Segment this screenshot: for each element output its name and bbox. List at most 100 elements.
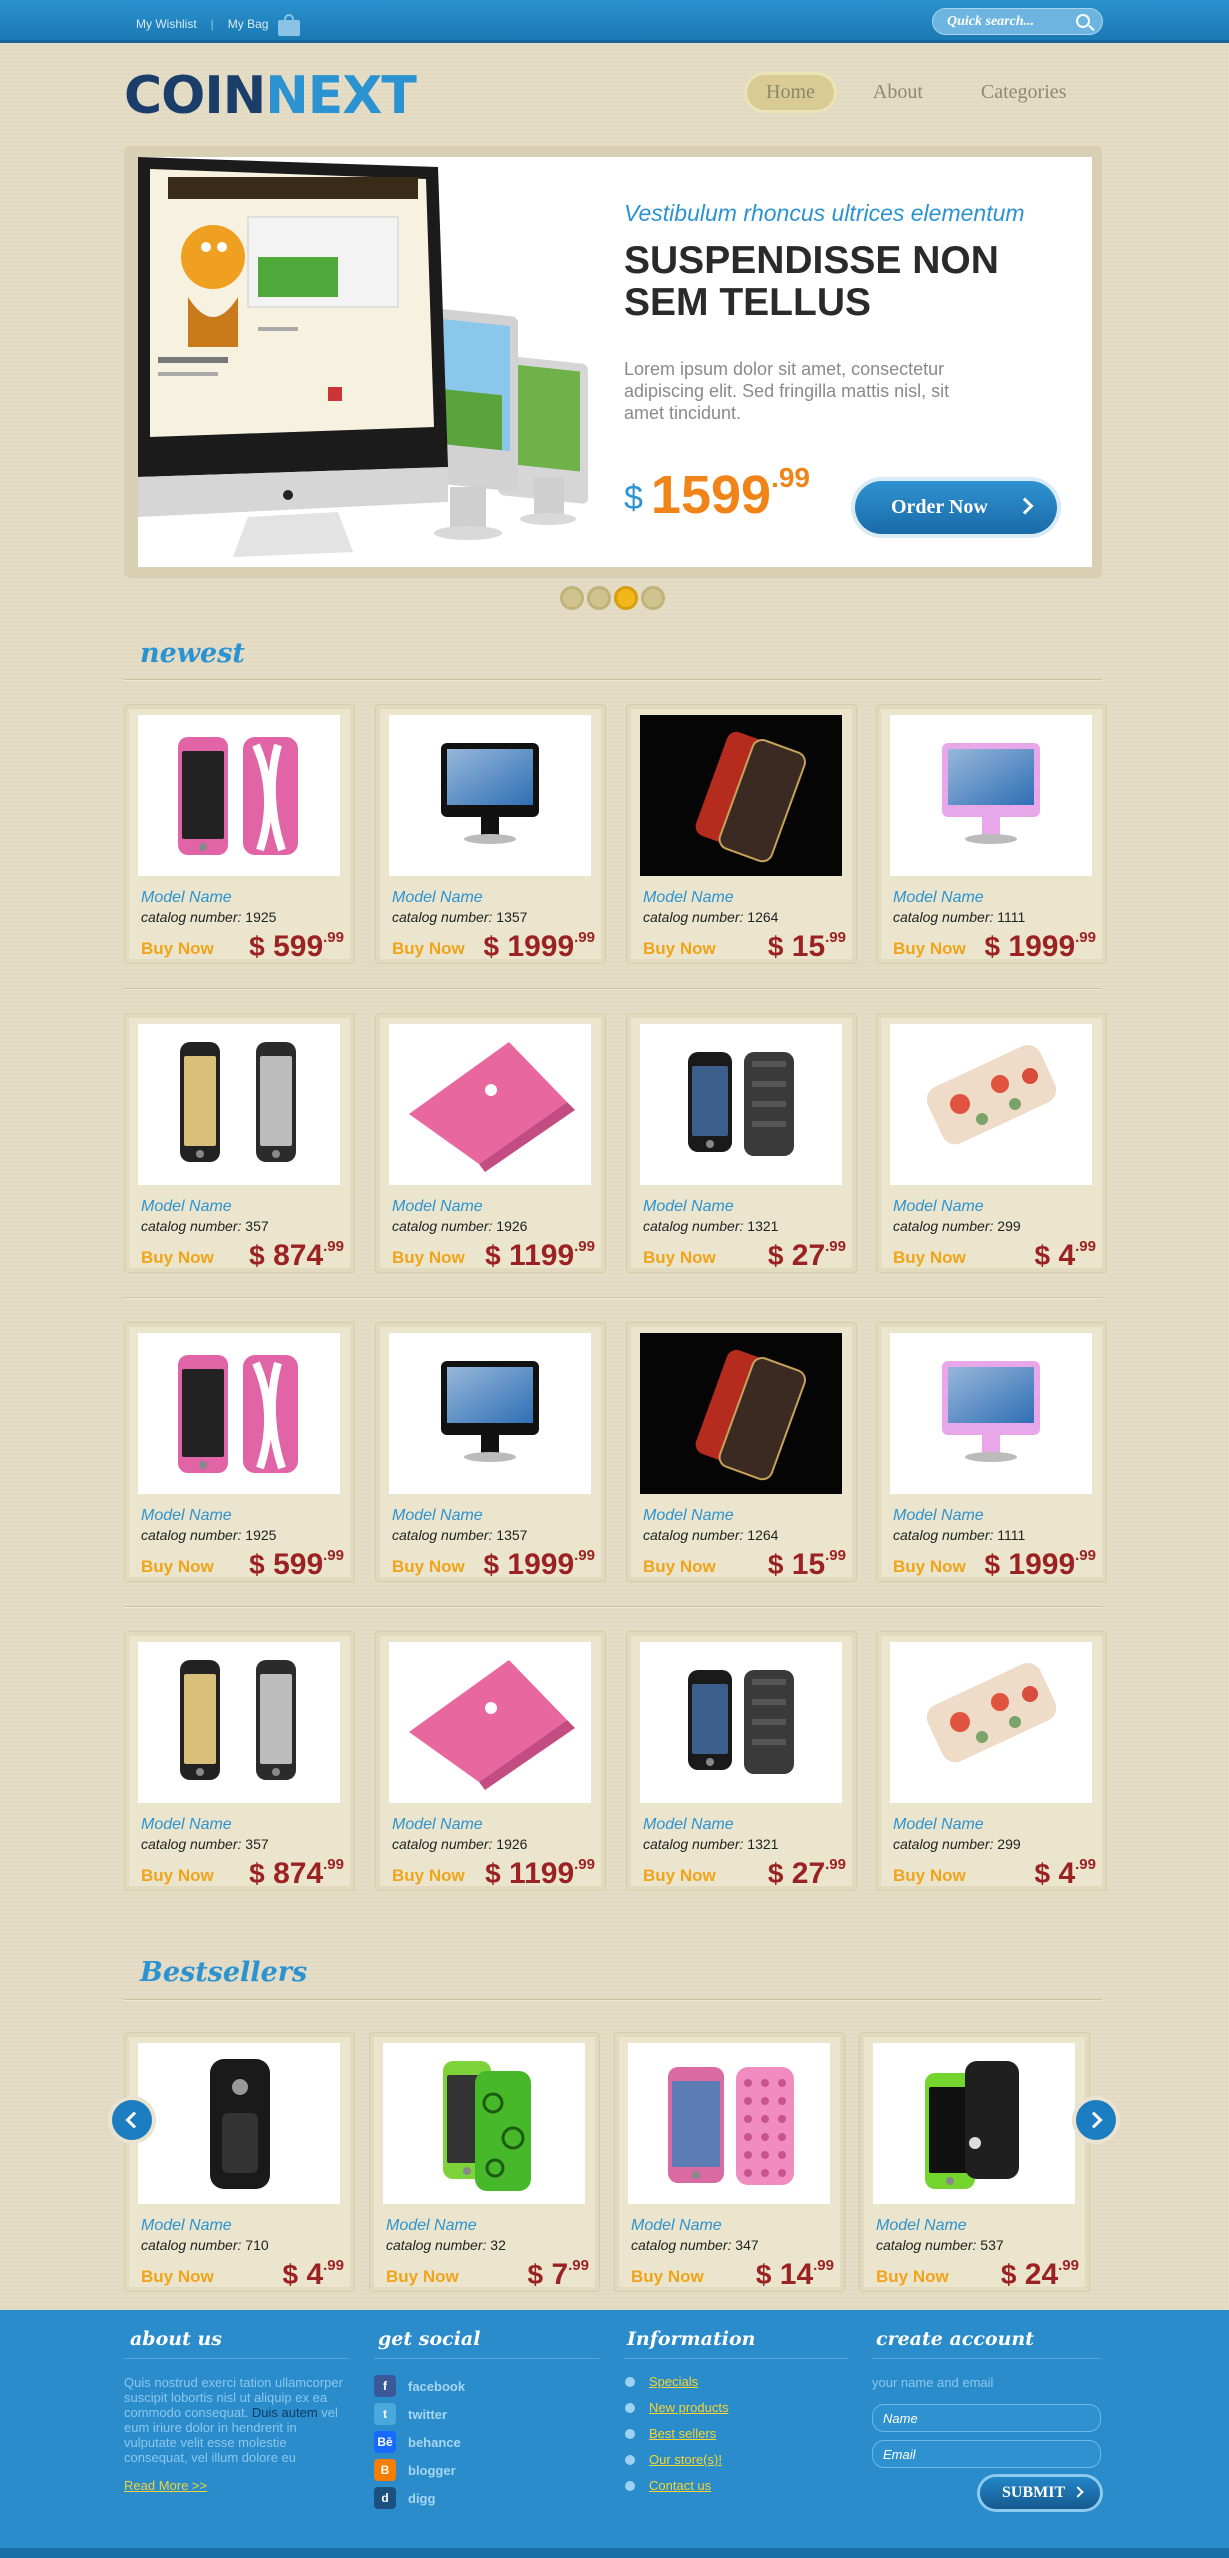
model-name-link[interactable]: Model Name (893, 1507, 984, 1525)
product-card[interactable]: Model Name catalog number: 1111 Buy Now $ 1… (876, 704, 1107, 964)
model-name-link[interactable]: Model Name (893, 889, 984, 907)
buy-now-link[interactable]: Buy Now (643, 1866, 716, 1886)
product-card[interactable]: Model Name catalog number: 710 Buy Now $ 4.… (124, 2032, 355, 2292)
info-link[interactable]: Specials (625, 2374, 698, 2389)
buy-now-link[interactable]: Buy Now (141, 1866, 214, 1886)
buy-now-link[interactable]: Buy Now (893, 1248, 966, 1268)
social-link-behance[interactable]: Bē behance (374, 2431, 461, 2453)
product-card[interactable]: Model Name catalog number: 1925 Buy Now $ 5… (124, 704, 355, 964)
buy-now-link[interactable]: Buy Now (141, 939, 214, 959)
product-image[interactable] (138, 1642, 340, 1803)
product-card[interactable]: Model Name catalog number: 299 Buy Now $ 4.… (876, 1631, 1107, 1891)
product-image[interactable] (890, 715, 1092, 876)
product-image[interactable] (640, 1642, 842, 1803)
slider-dot-3[interactable] (614, 586, 638, 610)
product-card[interactable]: Model Name catalog number: 1321 Buy Now $ 2… (626, 1631, 857, 1891)
product-image[interactable] (138, 2043, 340, 2204)
search-input[interactable] (947, 14, 1067, 30)
submit-button[interactable]: SUBMIT (980, 2477, 1100, 2509)
product-image-box[interactable] (890, 1642, 1092, 1803)
shopping-bag-icon[interactable] (278, 14, 301, 36)
buy-now-link[interactable]: Buy Now (643, 939, 716, 959)
carousel-prev-button[interactable] (112, 2100, 152, 2140)
info-link[interactable]: New products (625, 2400, 728, 2415)
model-name-link[interactable]: Model Name (893, 1198, 984, 1216)
model-name-link[interactable]: Model Name (141, 1198, 232, 1216)
buy-now-link[interactable]: Buy Now (392, 1557, 465, 1577)
product-image-box[interactable] (640, 1642, 842, 1803)
product-image[interactable] (640, 1024, 842, 1185)
product-card[interactable]: Model Name catalog number: 1264 Buy Now $ 1… (626, 704, 857, 964)
model-name-link[interactable]: Model Name (392, 1507, 483, 1525)
carousel-next-button[interactable] (1076, 2100, 1116, 2140)
product-card[interactable]: Model Name catalog number: 1925 Buy Now $ 5… (124, 1322, 355, 1582)
model-name-link[interactable]: Model Name (141, 1816, 232, 1834)
buy-now-link[interactable]: Buy Now (392, 939, 465, 959)
product-card[interactable]: Model Name catalog number: 32 Buy Now $ 7.9… (369, 2032, 600, 2292)
info-link[interactable]: Contact us (625, 2478, 711, 2493)
product-image[interactable] (138, 1024, 340, 1185)
buy-now-link[interactable]: Buy Now (631, 2267, 704, 2287)
email-field[interactable] (872, 2440, 1101, 2468)
product-card[interactable]: Model Name catalog number: 1357 Buy Now $ 1… (375, 704, 606, 964)
product-card[interactable]: Model Name catalog number: 1926 Buy Now $ 1… (375, 1013, 606, 1273)
product-image-box[interactable] (138, 1642, 340, 1803)
product-image-box[interactable] (890, 1333, 1092, 1494)
product-card[interactable]: Model Name catalog number: 347 Buy Now $ 14… (614, 2032, 845, 2292)
slider-dot-2[interactable] (587, 586, 611, 610)
model-name-link[interactable]: Model Name (643, 1816, 734, 1834)
buy-now-link[interactable]: Buy Now (141, 1557, 214, 1577)
model-name-link[interactable]: Model Name (141, 1507, 232, 1525)
buy-now-link[interactable]: Buy Now (643, 1248, 716, 1268)
product-image[interactable] (138, 715, 340, 876)
info-link[interactable]: Best sellers (625, 2426, 716, 2441)
model-name-link[interactable]: Model Name (876, 2217, 967, 2235)
slider-dot-1[interactable] (560, 586, 584, 610)
product-image-box[interactable] (640, 1333, 842, 1494)
model-name-link[interactable]: Model Name (141, 889, 232, 907)
social-link-twitter[interactable]: t twitter (374, 2403, 447, 2425)
search-icon[interactable] (1076, 14, 1090, 28)
product-image-box[interactable] (138, 1333, 340, 1494)
product-image[interactable] (389, 1024, 591, 1185)
product-image-box[interactable] (890, 715, 1092, 876)
product-image-box[interactable] (628, 2043, 830, 2204)
social-link-facebook[interactable]: f facebook (374, 2375, 465, 2397)
product-image[interactable] (628, 2043, 830, 2204)
product-image-box[interactable] (640, 1024, 842, 1185)
buy-now-link[interactable]: Buy Now (876, 2267, 949, 2287)
social-link-blogger[interactable]: Bblogger (374, 2459, 456, 2481)
product-image-box[interactable] (890, 1024, 1092, 1185)
model-name-link[interactable]: Model Name (643, 1507, 734, 1525)
product-image[interactable] (389, 1333, 591, 1494)
nav-categories[interactable]: Categories (959, 72, 1089, 113)
product-image[interactable] (890, 1333, 1092, 1494)
product-image[interactable] (383, 2043, 585, 2204)
product-image[interactable] (890, 1642, 1092, 1803)
buy-now-link[interactable]: Buy Now (392, 1248, 465, 1268)
buy-now-link[interactable]: Buy Now (141, 2267, 214, 2287)
product-image[interactable] (640, 1333, 842, 1494)
product-image-box[interactable] (873, 2043, 1075, 2204)
product-card[interactable]: Model Name catalog number: 1111 Buy Now $ 1… (876, 1322, 1107, 1582)
model-name-link[interactable]: Model Name (392, 1816, 483, 1834)
product-image-box[interactable] (389, 1333, 591, 1494)
buy-now-link[interactable]: Buy Now (893, 939, 966, 959)
product-image-box[interactable] (389, 715, 591, 876)
product-card[interactable]: Model Name catalog number: 299 Buy Now $ 4.… (876, 1013, 1107, 1273)
buy-now-link[interactable]: Buy Now (643, 1557, 716, 1577)
social-link-digg[interactable]: d digg (374, 2487, 435, 2509)
bag-link[interactable]: My Bag (228, 17, 269, 31)
product-card[interactable]: Model Name catalog number: 537 Buy Now $ 24… (859, 2032, 1090, 2292)
model-name-link[interactable]: Model Name (631, 2217, 722, 2235)
read-more-link[interactable]: Read More >> (124, 2478, 207, 2493)
logo[interactable]: COINNEXT (124, 66, 417, 126)
buy-now-link[interactable]: Buy Now (386, 2267, 459, 2287)
order-now-button[interactable]: Order Now (855, 481, 1057, 534)
model-name-link[interactable]: Model Name (141, 2217, 232, 2235)
product-image-box[interactable] (640, 715, 842, 876)
buy-now-link[interactable]: Buy Now (141, 1248, 214, 1268)
model-name-link[interactable]: Model Name (643, 889, 734, 907)
product-image-box[interactable] (389, 1642, 591, 1803)
wishlist-link[interactable]: My Wishlist (136, 17, 197, 31)
